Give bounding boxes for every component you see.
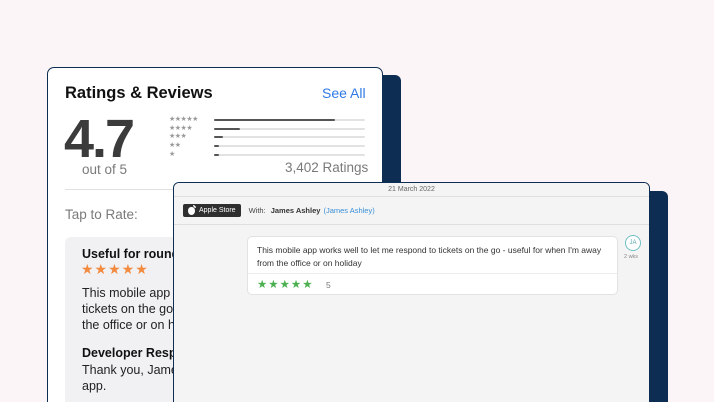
see-all-link[interactable]: See All: [322, 85, 366, 101]
row-fill: [214, 119, 335, 122]
row-track: [214, 145, 365, 148]
ratings-title: Ratings & Reviews: [65, 84, 213, 102]
message-text: This mobile app works well to let me res…: [257, 245, 602, 268]
row-stars: ★★★★: [169, 124, 193, 132]
message-timestamp: 2 wks: [624, 254, 639, 260]
review-stars: ★★★★★: [81, 261, 149, 277]
rating-scale: out of 5: [82, 162, 128, 177]
row-fill: [214, 145, 219, 148]
contact-handle-link[interactable]: (James Ashley): [323, 206, 374, 215]
apple-store-badge: Apple Store: [183, 204, 241, 217]
rating-distribution: ★★★★★ ★★★★ ★★★ ★★ ★: [169, 116, 369, 159]
row-track: [214, 136, 365, 139]
average-rating: 4.7: [64, 109, 135, 169]
row-track: [214, 127, 365, 130]
avatar: JA: [625, 235, 641, 251]
row-stars: ★★★★★: [169, 116, 198, 124]
message-stars: ★★★★★: [257, 279, 314, 291]
message-score: 5: [326, 280, 331, 290]
conversation-date: 21 March 2022: [174, 183, 649, 197]
with-label: With:: [248, 206, 266, 215]
row-stars: ★★: [169, 142, 181, 150]
apple-icon: [188, 204, 196, 215]
message-card[interactable]: This mobile app works well to let me res…: [247, 236, 618, 295]
row-stars: ★★★: [169, 133, 187, 141]
message-divider: [248, 273, 617, 274]
row-track: [214, 119, 365, 122]
row-track: [214, 153, 365, 156]
distribution-row: ★★★★: [169, 125, 369, 134]
conversation-panel: 21 March 2022 Apple Store With: James As…: [173, 182, 650, 402]
distribution-row: ★: [169, 150, 369, 159]
row-fill: [214, 127, 240, 130]
distribution-row: ★★★★★: [169, 116, 369, 125]
conversation-header: Apple Store With: James Ashley (James As…: [174, 197, 649, 225]
row-fill: [214, 153, 219, 156]
distribution-row: ★★: [169, 142, 369, 151]
distribution-row: ★★★: [169, 133, 369, 142]
ratings-count: 3,402 Ratings: [285, 160, 369, 175]
contact-name: James Ashley: [270, 206, 321, 215]
row-fill: [214, 136, 224, 139]
row-stars: ★: [169, 150, 175, 158]
store-badge-label: Apple Store: [199, 207, 236, 214]
tap-to-rate-label[interactable]: Tap to Rate:: [65, 207, 138, 222]
